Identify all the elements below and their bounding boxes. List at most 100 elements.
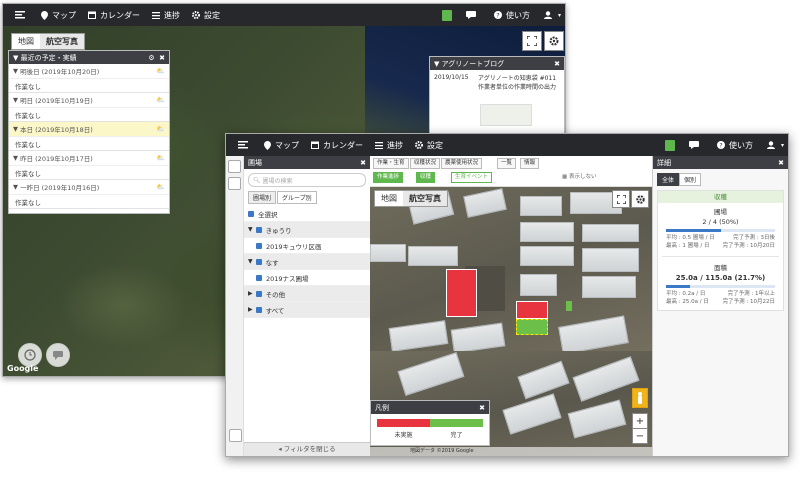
checkbox-icon[interactable] xyxy=(255,290,262,297)
field-complete[interactable] xyxy=(566,301,572,311)
nav-map[interactable]: マップ xyxy=(41,10,76,21)
list-icon xyxy=(152,11,160,19)
user-menu[interactable]: ▾ xyxy=(766,141,784,149)
greenhouse xyxy=(520,274,557,296)
tree-row-group[interactable]: ▼ きゅうり xyxy=(244,222,370,238)
checkbox-icon[interactable] xyxy=(248,210,254,217)
close-icon[interactable]: ✖ xyxy=(778,159,784,167)
settings-icon[interactable]: ⚙ xyxy=(148,54,154,62)
filter-toggle[interactable]: ◂ フィルタを閉じる xyxy=(244,442,370,456)
nav-calendar-label: カレンダー xyxy=(323,140,363,150)
rail-button-pin[interactable] xyxy=(228,177,241,190)
status-button[interactable] xyxy=(664,139,675,151)
nav-calendar[interactable]: カレンダー xyxy=(311,140,363,151)
detail-title: 詳細 xyxy=(657,158,671,167)
nav-map[interactable]: マップ xyxy=(264,140,299,151)
schedule-item[interactable]: ▼ 一昨日 (2019年10月16日) ⛅ 作業なし xyxy=(9,180,169,209)
status-button[interactable] xyxy=(441,9,452,21)
front-window: マップ カレンダー 進捗 設定 ? 使い方 ▾ 圃場 ✖ 🔍︎ 圃場の検索 圃場… xyxy=(225,133,789,457)
caret-right-icon[interactable]: ▶ xyxy=(248,290,253,297)
rail-button-list[interactable] xyxy=(228,160,241,173)
close-icon[interactable]: ✖ xyxy=(554,60,560,68)
caret-down-icon[interactable]: ▼ xyxy=(248,226,253,233)
blog-entry[interactable]: 2019/10/15 アグリノートの知恵袋 #011 作業者単位の作業時間の出力 xyxy=(430,70,564,96)
harvest-button[interactable]: 収穫 xyxy=(416,172,436,183)
aerial-map[interactable]: 作業・生育 収穫状況 農薬使用状況 一覧 情報 作業進捗 収穫 生育イベント ▦… xyxy=(370,156,652,456)
checkbox-icon[interactable] xyxy=(255,258,262,265)
hide-option[interactable]: ▦ 表示しない xyxy=(562,172,596,180)
help-button[interactable]: ? 使い方 xyxy=(716,140,753,151)
caret-down-icon[interactable]: ▼ xyxy=(248,258,253,265)
stat-avg: 平均 : 0.2a / 日 xyxy=(666,291,706,297)
tab-aerial[interactable]: 航空写真 xyxy=(403,191,447,206)
field-complete-selected[interactable] xyxy=(516,319,548,335)
navbar: マップ カレンダー 進捗 設定 ? 使い方 ▾ xyxy=(226,134,788,156)
menu-toggle[interactable] xyxy=(15,11,29,19)
nav-calendar[interactable]: カレンダー xyxy=(88,10,140,21)
plus-icon: + xyxy=(635,415,645,427)
tree-row-group[interactable]: ▼ なす xyxy=(244,254,370,270)
tree-row-group[interactable]: ▶ その他 xyxy=(244,286,370,302)
view-pesticide-button[interactable]: 農薬使用状況 xyxy=(441,158,483,169)
fullscreen-button[interactable] xyxy=(522,31,542,51)
view-list-button[interactable]: 一覧 xyxy=(497,158,517,169)
tab-aerial[interactable]: 航空写真 xyxy=(40,34,84,49)
field-unstarted[interactable] xyxy=(446,269,477,317)
schedule-item[interactable]: ▼ 昨日 (2019年10月17日) ⛅ 作業なし xyxy=(9,151,169,180)
map-settings-button[interactable] xyxy=(631,190,649,208)
collapse-icon[interactable]: ▼ xyxy=(13,54,21,62)
tree-row-field[interactable]: 2019ナス圃場 xyxy=(244,270,370,286)
collapse-icon[interactable]: ▼ xyxy=(434,60,442,68)
field-unstarted[interactable] xyxy=(516,301,548,319)
message-button[interactable] xyxy=(465,11,480,19)
work-progress-button[interactable]: 作業進捗 xyxy=(373,172,404,183)
tree-row-group[interactable]: ▶ すべて xyxy=(244,302,370,318)
view-harvest-button[interactable]: 収穫状況 xyxy=(410,158,441,169)
message-button[interactable] xyxy=(688,141,703,149)
nav-settings[interactable]: 設定 xyxy=(415,140,443,151)
close-icon[interactable]: ✖ xyxy=(479,404,485,412)
tree-row-select-all[interactable]: 全選択 xyxy=(244,206,370,222)
nav-list[interactable]: 進捗 xyxy=(152,10,180,21)
schedule-item[interactable]: ▼ 明日 (2019年10月19日) ⛅ 作業なし xyxy=(9,93,169,122)
nav-settings[interactable]: 設定 xyxy=(192,10,220,21)
map-settings-button[interactable] xyxy=(544,31,564,51)
schedule-item-today[interactable]: ▼ 本日 (2019年10月18日) ⛅ 作業なし xyxy=(9,122,169,151)
growth-event-button[interactable]: 生育イベント xyxy=(451,172,493,183)
comment-button[interactable] xyxy=(46,343,70,367)
nav-list-label: 進捗 xyxy=(387,140,403,150)
street-view-button[interactable] xyxy=(632,388,648,408)
help-button[interactable]: ? 使い方 xyxy=(493,10,530,21)
tree-row-field[interactable]: 2019キュウリ区画 xyxy=(244,238,370,254)
rail-button-help[interactable] xyxy=(229,429,242,442)
zoom-out-button[interactable]: − xyxy=(632,428,648,444)
expand-icon: ▼ xyxy=(13,154,21,162)
schedule-item[interactable]: ▼ 明後日 (2019年10月20日) ⛅ 作業なし xyxy=(9,64,169,93)
blog-header: ▼ アグリノートブログ ✖ xyxy=(430,57,564,70)
tab-by-field[interactable]: 圃場別 xyxy=(248,191,277,204)
tab-overall[interactable]: 全体 xyxy=(657,173,680,186)
nav-list[interactable]: 進捗 xyxy=(375,140,403,151)
close-icon[interactable]: ✖ xyxy=(360,159,366,167)
checkbox-icon[interactable] xyxy=(255,306,262,313)
search-icon: 🔍︎ xyxy=(253,176,263,184)
checkbox-icon[interactable] xyxy=(256,274,262,281)
field-search-input[interactable]: 🔍︎ 圃場の検索 xyxy=(248,173,366,187)
user-menu[interactable]: ▾ xyxy=(543,11,561,19)
checkbox-icon[interactable] xyxy=(256,242,262,249)
menu-toggle[interactable] xyxy=(238,141,252,149)
view-work-button[interactable]: 作業・生育 xyxy=(373,158,409,169)
greenhouse xyxy=(582,248,639,272)
checkbox-icon[interactable] xyxy=(255,226,262,233)
fullscreen-button[interactable] xyxy=(612,190,630,208)
tree-label: すべて xyxy=(265,306,285,315)
caret-right-icon[interactable]: ▶ xyxy=(248,306,253,313)
tab-individual[interactable]: 個別 xyxy=(679,173,702,186)
schedule-date: 一昨日 (2019年10月16日) xyxy=(20,184,100,192)
tab-map[interactable]: 地図 xyxy=(375,191,403,206)
zoom-in-button[interactable]: + xyxy=(632,413,648,429)
view-info-button[interactable]: 情報 xyxy=(520,158,540,169)
tab-by-group[interactable]: グループ別 xyxy=(277,191,317,204)
tab-map[interactable]: 地図 xyxy=(12,34,40,49)
close-icon[interactable]: ✖ xyxy=(159,54,165,62)
